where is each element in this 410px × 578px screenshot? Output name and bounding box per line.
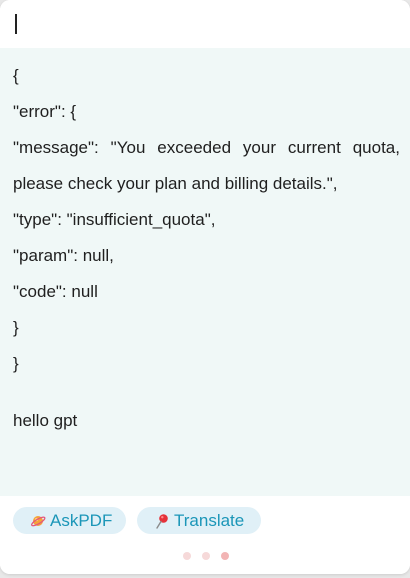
pagination-dot[interactable] [202,552,210,560]
pagination-dots [183,552,231,562]
response-area: { "error": { "message": "You exceeded yo… [0,48,410,496]
pagination-dot[interactable] [183,552,191,560]
text-cursor [15,14,17,34]
chat-panel: { "error": { "message": "You exceeded yo… [0,0,410,574]
action-toolbar: AskPDF Translate [0,496,410,574]
translate-button[interactable]: Translate [137,507,261,534]
response-line: "code": null [13,282,98,301]
response-line: please check your plan and billing detai… [13,174,338,193]
askpdf-button[interactable]: AskPDF [13,507,126,534]
response-line: "type": "insufficient_quota", [13,210,216,229]
pin-icon [154,513,170,529]
user-prompt: hello gpt [13,411,78,430]
response-line: } [13,318,19,337]
response-line: "param": null, [13,246,114,265]
response-line: "message": "You exceeded your current qu… [13,138,400,157]
message-input[interactable] [0,0,410,48]
response-line: "error": { [13,102,77,121]
planet-icon [30,513,46,529]
response-line: } [13,354,19,373]
translate-label: Translate [174,510,245,530]
askpdf-label: AskPDF [50,510,113,530]
pagination-dot[interactable] [221,552,229,560]
response-line: { [13,66,19,85]
